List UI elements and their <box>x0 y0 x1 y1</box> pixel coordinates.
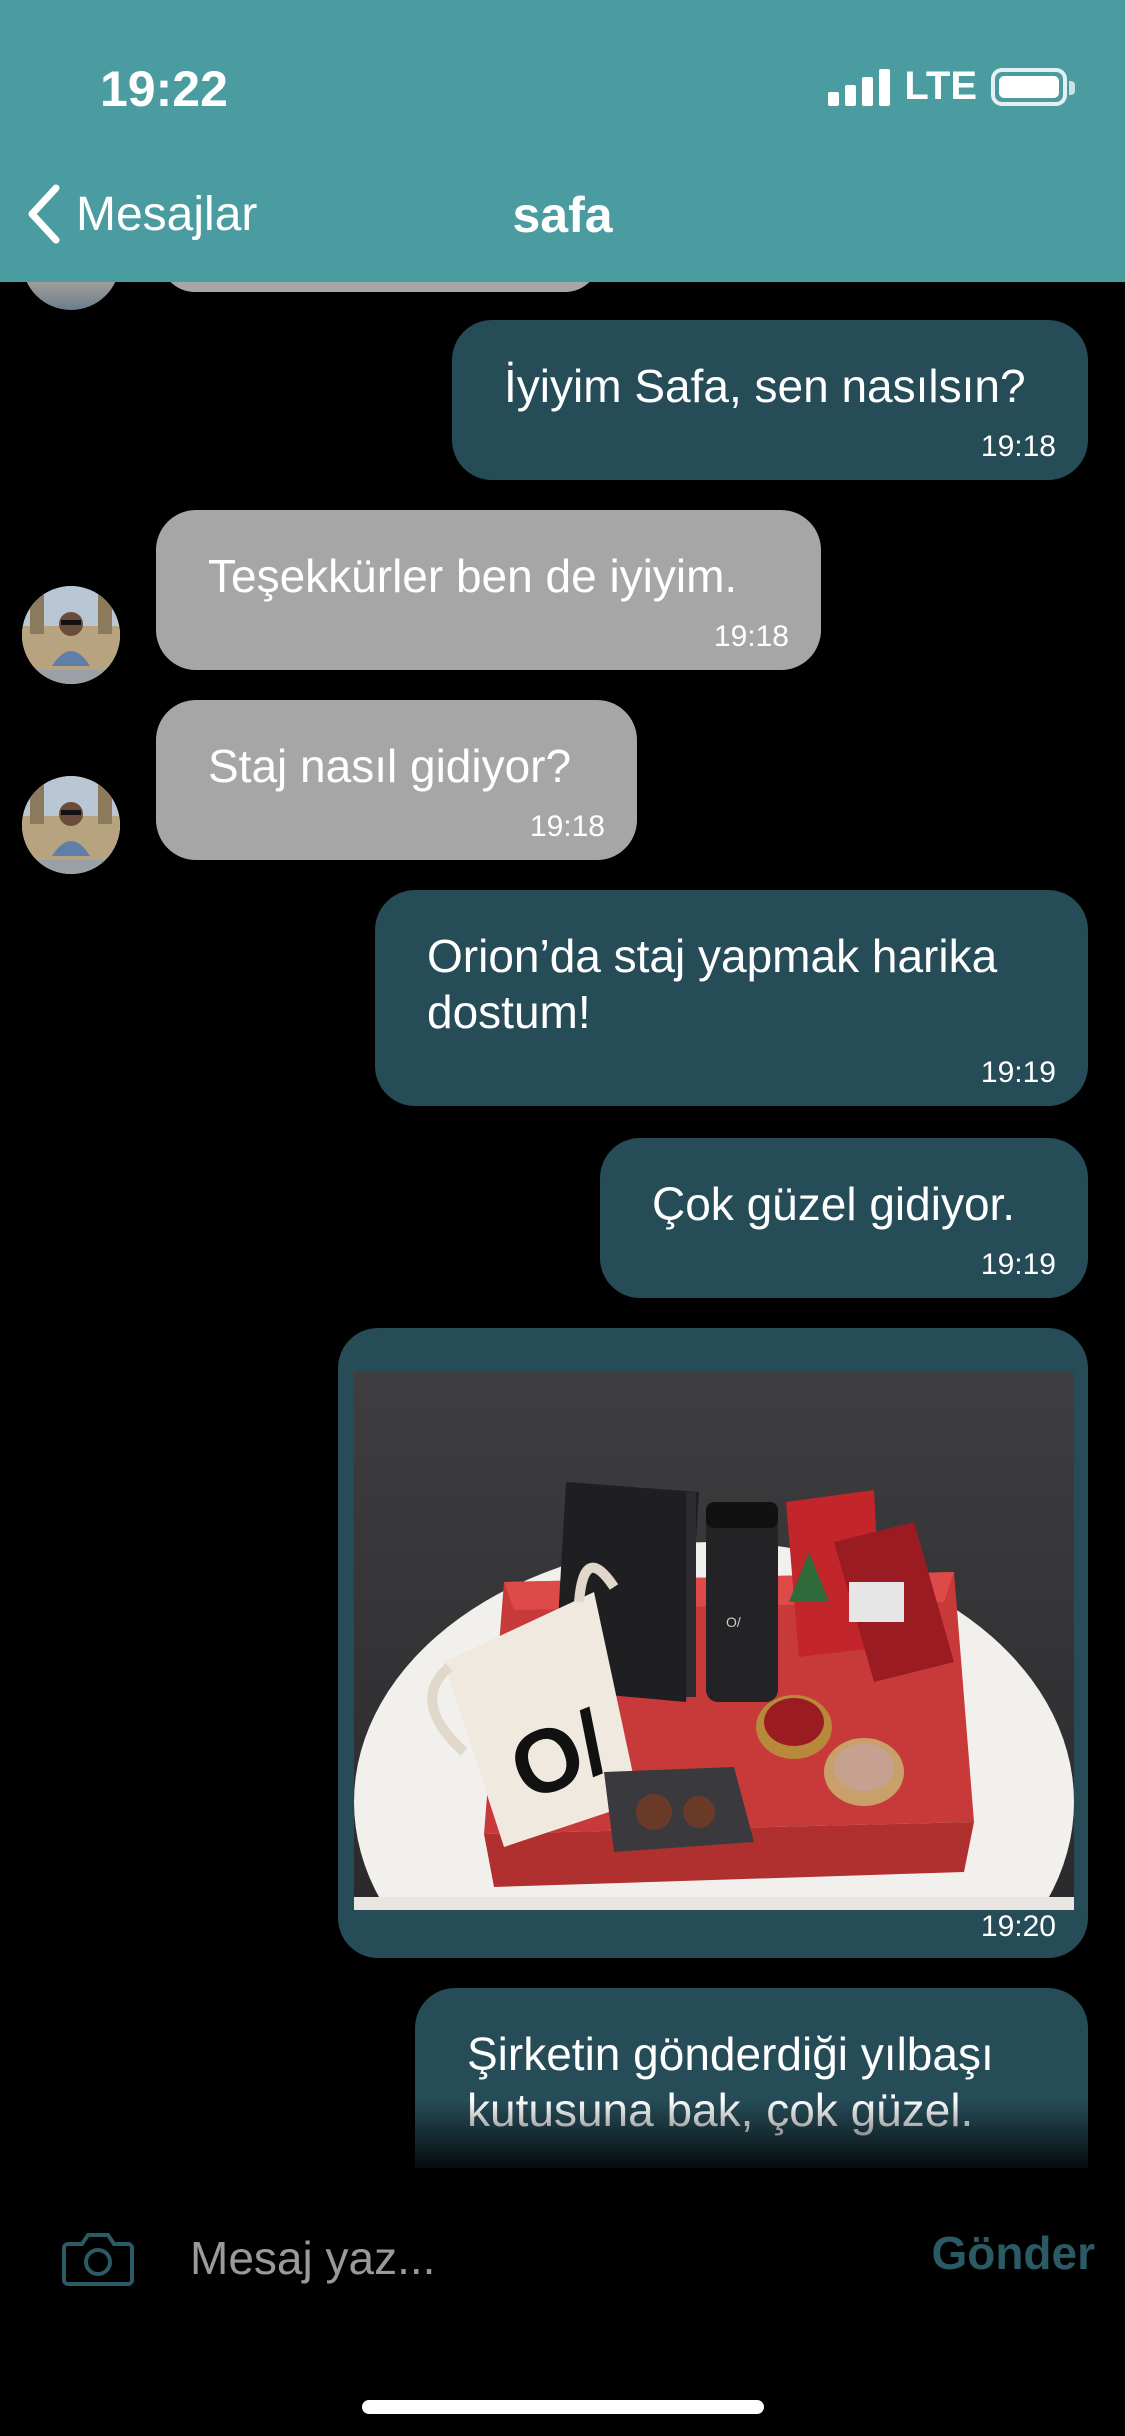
message-time: 19:19 <box>980 1056 1056 1089</box>
message-text: İyiyim Safa, sen nasılsın? <box>504 360 1026 412</box>
image-message-bubble[interactable]: O/ O/ 19:20 <box>338 1328 1088 1958</box>
message-bubble[interactable]: Çok güzel gidiyor. 19:19 <box>600 1138 1088 1298</box>
chat-title: safa <box>512 187 613 243</box>
message-composer: Gönder <box>0 2168 1125 2436</box>
message-text: Staj nasıl gidiyor? <box>208 740 572 792</box>
battery-icon <box>991 67 1075 106</box>
status-indicators: LTE <box>828 64 1075 109</box>
svg-text:O/: O/ <box>726 1614 741 1630</box>
scroll-fade <box>0 2100 1125 2168</box>
message-bubble[interactable]: Teşekkürler ben de iyiyim. 19:18 <box>156 510 821 670</box>
home-indicator[interactable] <box>362 2400 764 2414</box>
message-time: 19:20 <box>980 1910 1056 1943</box>
avatar-photo <box>22 776 120 874</box>
message-text: Teşekkürler ben de iyiyim. <box>208 550 738 602</box>
message-time: 19:18 <box>980 430 1056 463</box>
message-bubble[interactable]: İyiyim Safa, sen nasılsın? 19:18 <box>452 320 1088 480</box>
message-text: Orion’da staj yapmak harika dostum! <box>427 930 998 1038</box>
message-input[interactable] <box>190 2220 890 2296</box>
message-text: Çok güzel gidiyor. <box>652 1178 1016 1230</box>
chat-header: 19:22 LTE Mesajlar safa <box>0 0 1125 282</box>
avatar[interactable] <box>22 586 120 684</box>
message-list[interactable]: İyiyim Safa, sen nasılsın? 19:18 Teşekkü… <box>0 282 1125 2168</box>
gift-box-photo[interactable]: O/ O/ <box>354 1372 1074 1910</box>
message-bubble[interactable]: Staj nasıl gidiyor? 19:18 <box>156 700 637 860</box>
message-time: 19:19 <box>980 1248 1056 1281</box>
status-time: 19:22 <box>100 61 228 117</box>
message-bubble[interactable]: Orion’da staj yapmak harika dostum! 19:1… <box>375 890 1088 1106</box>
send-button[interactable]: Gönder <box>931 2226 1095 2280</box>
avatar-photo <box>22 586 120 684</box>
avatar <box>22 282 120 310</box>
camera-icon[interactable] <box>62 2228 134 2288</box>
message-bubble-partial <box>160 282 600 292</box>
signal-icon <box>828 68 891 106</box>
message-time: 19:18 <box>529 810 605 843</box>
avatar[interactable] <box>22 776 120 874</box>
network-type: LTE <box>904 64 977 108</box>
gift-box-image: O/ O/ <box>354 1372 1074 1910</box>
message-time: 19:18 <box>713 620 789 653</box>
